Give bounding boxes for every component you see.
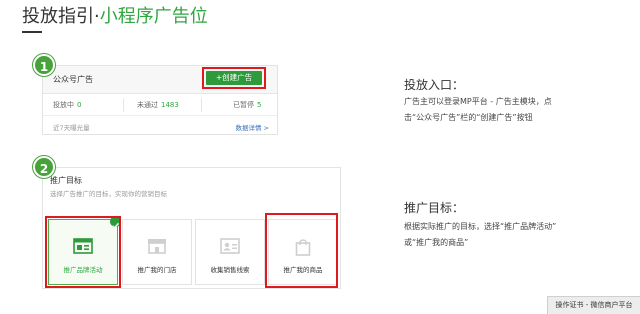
title-underline [22, 31, 42, 33]
step-2-badge: 2 [33, 156, 55, 178]
stat-label: 投放中 [53, 101, 74, 109]
entry-description-line-2: 击“公众号广告”栏的“创建广告”按钮 [404, 113, 533, 122]
stat-value: 1483 [161, 101, 179, 109]
entry-description-line-1: 广告主可以登录MP平台 - 广告主模块，点 [404, 97, 552, 106]
divider [123, 98, 124, 112]
goal-description-line-1: 根据实际推广的目标，选择“推广品牌活动” [404, 222, 557, 231]
stats-row: 投放中 0 未通过 1483 已暂停 5 [43, 94, 277, 116]
goal-description-line-2: 或“推广我的商品” [404, 238, 469, 247]
goal-heading: 推广目标： [404, 201, 465, 215]
divider [201, 98, 202, 112]
stat-value: 0 [77, 101, 82, 109]
data-details-link[interactable]: 数据详情 > [235, 122, 269, 132]
corner-tag[interactable]: 操作证书 - 微信商户平台 [547, 296, 640, 314]
products-highlight [265, 213, 338, 288]
step-1-badge: 1 [33, 54, 55, 76]
card-label: 收集销售线索 [210, 266, 250, 274]
stat-value: 5 [257, 101, 262, 109]
contact-card-icon [220, 238, 240, 258]
stat-rejected: 未通过 1483 [137, 100, 179, 110]
create-ad-highlight: +创建广告 [202, 67, 266, 89]
impressions-label: 近7天曝光量 [53, 124, 90, 132]
stat-label: 未通过 [137, 101, 158, 109]
entry-heading: 投放入口： [404, 78, 465, 92]
title-highlight: 小程序广告位 [99, 6, 208, 27]
goal-card-leads[interactable]: 收集销售线索 [195, 219, 265, 285]
entry-description: 广告主可以登录MP平台 - 广告主模块，点 击“公众号广告”栏的“创建广告”按钮 [404, 94, 614, 126]
panel-subtitle: 选择广告推广的目标，实现你的营销目标 [50, 190, 167, 198]
card-label: 推广我的门店 [137, 266, 177, 274]
title-prefix: 投放指引· [22, 6, 100, 27]
stat-running: 投放中 0 [53, 100, 81, 110]
goal-card-store[interactable]: 推广我的门店 [122, 219, 192, 285]
stat-label: 已暂停 [233, 101, 254, 109]
store-icon [147, 238, 167, 258]
panel-title: 推广目标 [50, 176, 82, 185]
brand-activity-highlight [45, 216, 121, 288]
create-ad-button[interactable]: +创建广告 [206, 71, 262, 85]
goal-description: 根据实际推广的目标，选择“推广品牌活动” 或“推广我的商品” [404, 219, 614, 251]
stat-paused: 已暂停 5 [233, 100, 261, 110]
panel-title: 公众号广告 [53, 75, 93, 84]
page-title: 投放指引·小程序广告位 [22, 6, 208, 28]
